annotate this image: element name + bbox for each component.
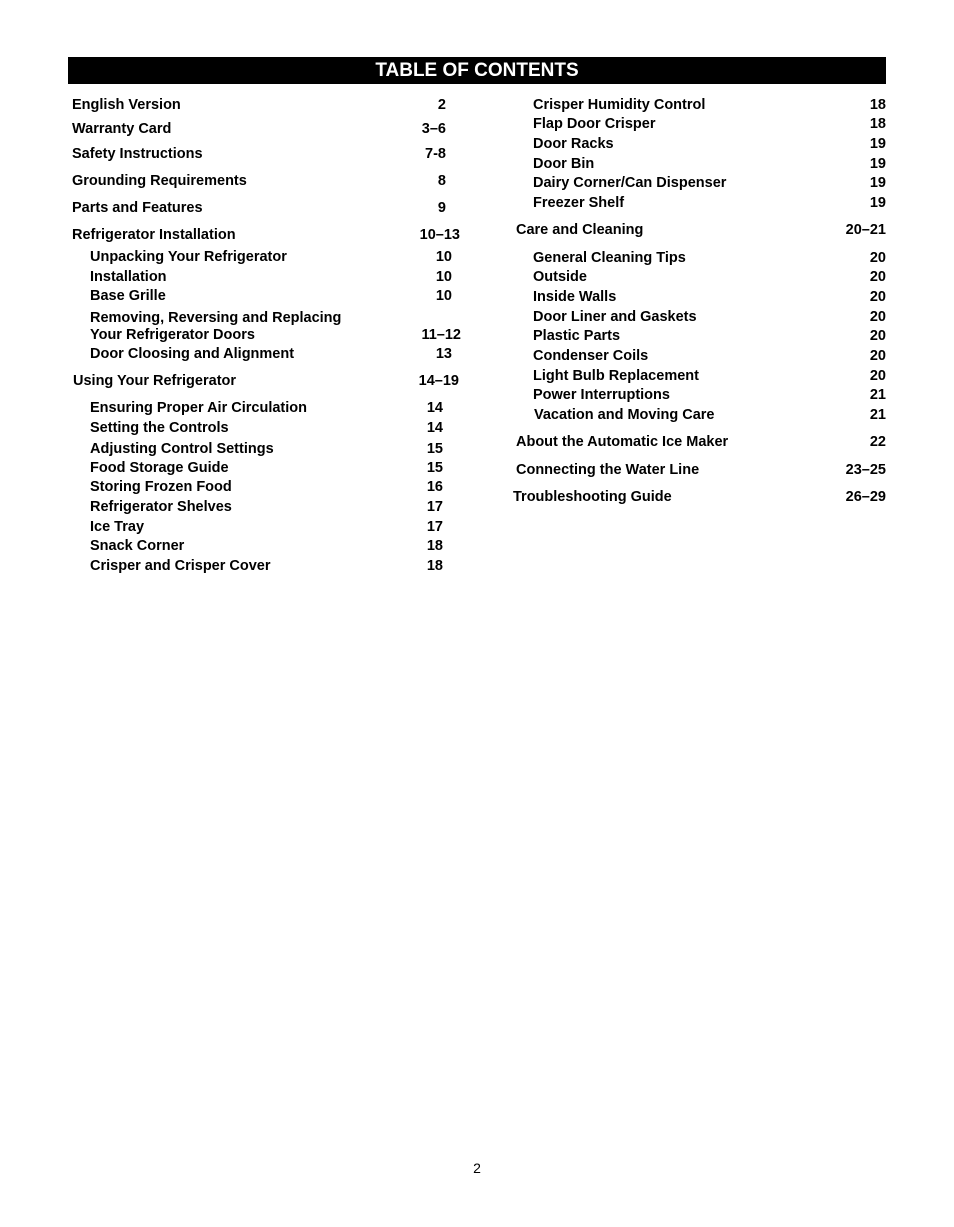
toc-entry-page: 2 bbox=[437, 97, 446, 113]
toc-entry-label: Food Storage Guide bbox=[90, 460, 229, 476]
toc-entry-page: 20 bbox=[869, 348, 886, 364]
toc-entry-page: 19 bbox=[869, 195, 886, 211]
toc-entry-label: Snack Corner bbox=[90, 538, 185, 554]
toc-entry-page: 20 bbox=[869, 368, 886, 384]
page-number: 2 bbox=[473, 1160, 481, 1176]
toc-entry-label: Outside bbox=[533, 269, 587, 285]
toc-entry-label: Flap Door Crisper bbox=[533, 116, 656, 132]
toc-entry-label: Installation bbox=[90, 269, 167, 285]
toc-entry-page: 19 bbox=[869, 136, 886, 152]
toc-entry-page: 20 bbox=[869, 328, 886, 344]
toc-entry-page: 10–13 bbox=[419, 227, 460, 243]
toc-entry-page: 19 bbox=[869, 175, 886, 191]
toc-entry-page: 15 bbox=[426, 460, 443, 476]
toc-entry-page: 13 bbox=[435, 346, 452, 362]
toc-entry-label: Refrigerator Installation bbox=[72, 227, 236, 243]
toc-entry-label: Removing, Reversing and Replacing bbox=[90, 310, 342, 326]
toc-entry-page: 23–25 bbox=[845, 462, 886, 478]
toc-entry-label: Safety Instructions bbox=[72, 146, 203, 162]
toc-entry-label: Your Refrigerator Doors bbox=[90, 327, 255, 343]
toc-entry-label: Warranty Card bbox=[72, 121, 172, 137]
toc-entry-label: Connecting the Water Line bbox=[516, 462, 700, 478]
toc-entry-page: 20–21 bbox=[845, 222, 886, 238]
toc-entry-page: 20 bbox=[869, 309, 886, 325]
toc-entry-label: Door Bin bbox=[533, 156, 595, 172]
toc-entry-label: Unpacking Your Refrigerator bbox=[90, 249, 287, 265]
toc-entry-page: 14 bbox=[426, 420, 443, 436]
toc-entry-page: 11–12 bbox=[421, 327, 461, 343]
toc-entry-page: 16 bbox=[426, 479, 443, 495]
toc-entry-page: 19 bbox=[869, 156, 886, 172]
toc-entry-page: 20 bbox=[869, 250, 886, 266]
toc-entry-label: Crisper and Crisper Cover bbox=[90, 558, 271, 574]
toc-entry-label: About the Automatic Ice Maker bbox=[516, 434, 729, 450]
toc-entry-label: Freezer Shelf bbox=[533, 195, 625, 211]
toc-entry-label: Door Racks bbox=[533, 136, 614, 152]
toc-entry-page: 10 bbox=[435, 288, 452, 304]
toc-entry-label: Troubleshooting Guide bbox=[513, 489, 672, 505]
toc-entry-label: Using Your Refrigerator bbox=[73, 373, 237, 389]
toc-entry-label: Vacation and Moving Care bbox=[534, 407, 715, 423]
toc-entry-label: Ice Tray bbox=[90, 519, 145, 535]
toc-entry-page: 18 bbox=[869, 116, 886, 132]
toc-entry-label: Door Cloosing and Alignment bbox=[90, 346, 295, 362]
toc-entry-label: Parts and Features bbox=[72, 200, 203, 216]
toc-entry-page: 18 bbox=[869, 97, 886, 113]
toc-entry-page: 20 bbox=[869, 289, 886, 305]
toc-entry-page: 8 bbox=[437, 173, 446, 189]
toc-entry-label: Base Grille bbox=[90, 288, 166, 304]
toc-entry-label: Care and Cleaning bbox=[516, 222, 644, 238]
toc-entry-label: Setting the Controls bbox=[90, 420, 229, 436]
toc-entry-page: 14–19 bbox=[418, 373, 459, 389]
toc-entry-label: English Version bbox=[72, 97, 181, 113]
toc-entry-label: Storing Frozen Food bbox=[90, 479, 232, 495]
toc-entry-label: Light Bulb Replacement bbox=[533, 368, 699, 384]
toc-entry-label: Crisper Humidity Control bbox=[533, 97, 706, 113]
toc-entry-page: 17 bbox=[426, 499, 443, 515]
toc-entry-page: 15 bbox=[426, 441, 443, 457]
toc-entry-page: 17 bbox=[426, 519, 443, 535]
toc-entry-label: Ensuring Proper Air Circulation bbox=[90, 400, 307, 416]
toc-entry-page: 18 bbox=[426, 558, 443, 574]
toc-entry-label: Grounding Requirements bbox=[72, 173, 247, 189]
toc-entry-page: 21 bbox=[869, 407, 886, 423]
toc-entry-label: Dairy Corner/Can Dispenser bbox=[533, 175, 727, 191]
toc-entry-page: 20 bbox=[869, 269, 886, 285]
toc-title: TABLE OF CONTENTS bbox=[68, 57, 886, 84]
toc-entry-page: 22 bbox=[869, 434, 886, 450]
toc-entry-page: 21 bbox=[869, 387, 886, 403]
toc-entry-page: 10 bbox=[435, 249, 452, 265]
toc-entry-label: Refrigerator Shelves bbox=[90, 499, 232, 515]
toc-entry-label: Adjusting Control Settings bbox=[90, 441, 274, 457]
toc-entry-label: Inside Walls bbox=[533, 289, 617, 305]
toc-entry-page: 14 bbox=[426, 400, 443, 416]
toc-entry-label: Door Liner and Gaskets bbox=[533, 309, 697, 325]
toc-entry-label: Plastic Parts bbox=[533, 328, 621, 344]
toc-entry-page: 9 bbox=[437, 200, 446, 216]
toc-entry-page: 7-8 bbox=[425, 146, 446, 162]
toc-entry-page: 10 bbox=[435, 269, 452, 285]
toc-entry-page: 3–6 bbox=[421, 121, 446, 137]
toc-entry-page: 18 bbox=[426, 538, 443, 554]
toc-entry-label: Condenser Coils bbox=[533, 348, 649, 364]
toc-entry-label: General Cleaning Tips bbox=[533, 250, 686, 266]
toc-entry-label: Power Interruptions bbox=[533, 387, 670, 403]
toc-entry-page: 26–29 bbox=[845, 489, 886, 505]
